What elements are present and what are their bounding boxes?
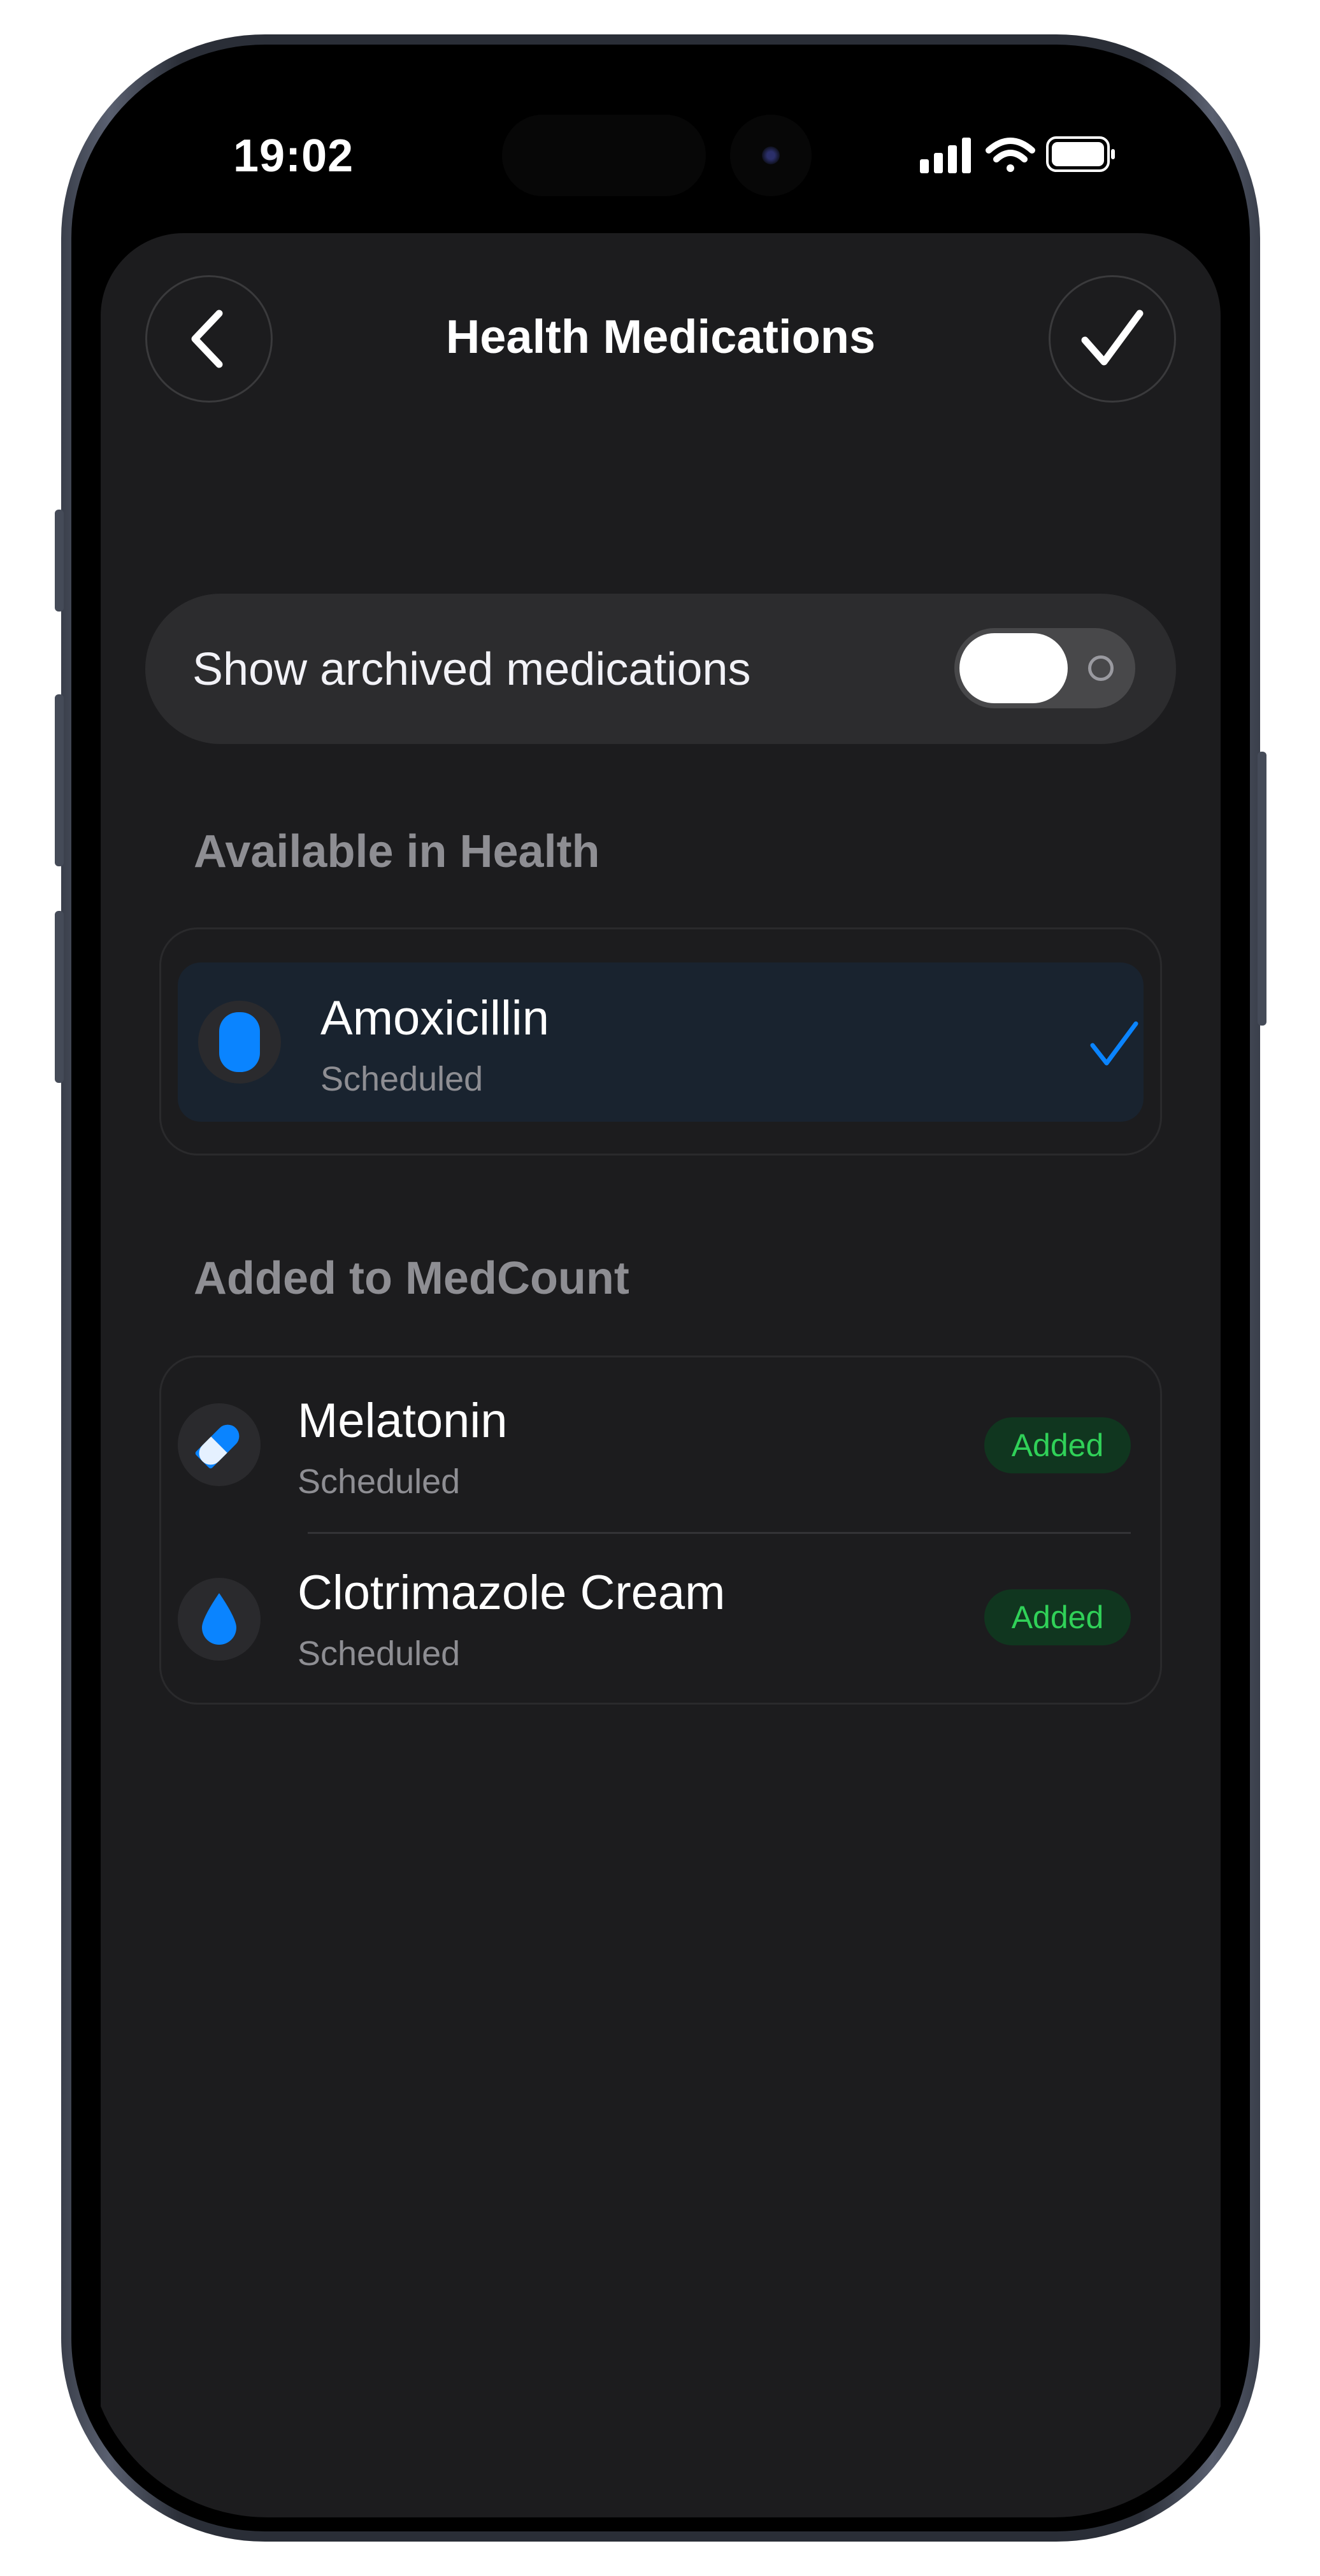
archived-toggle-row: Show archived medications (145, 594, 1176, 744)
medication-icon (178, 1403, 261, 1486)
list-item-clotrimazole-cream[interactable]: Clotrimazole Cream Scheduled Added (161, 1532, 1160, 1707)
screen: 19:02 Health Medications Show archived m… (87, 59, 1235, 2517)
available-list: Amoxicillin Scheduled (159, 927, 1162, 1156)
cellular-signal-icon (920, 138, 971, 173)
status-time: 19:02 (233, 131, 354, 182)
checkmark-icon (1081, 310, 1144, 366)
volume-up-button (55, 694, 64, 866)
medication-icon (178, 1578, 261, 1661)
capsule-icon (219, 1012, 260, 1072)
medication-name: Melatonin (298, 1394, 508, 1448)
added-badge: Added (984, 1589, 1131, 1645)
volume-down-button (55, 911, 64, 1083)
drop-icon (202, 1593, 236, 1645)
section-title-added: Added to MedCount (194, 1253, 629, 1304)
dynamic-island (502, 115, 706, 196)
medication-name: Clotrimazole Cream (298, 1566, 726, 1620)
medications-sheet: Health Medications Show archived medicat… (101, 233, 1221, 2517)
pill-icon (195, 1424, 240, 1469)
archived-toggle-label: Show archived medications (192, 644, 751, 695)
selected-checkmark-icon (1090, 1021, 1138, 1066)
archived-toggle-switch[interactable] (954, 628, 1135, 708)
status-icons (920, 134, 1162, 175)
added-badge: Added (984, 1417, 1131, 1473)
power-button (1258, 752, 1266, 1026)
medication-status: Scheduled (320, 1060, 484, 1098)
switch-knob (959, 633, 1068, 703)
battery-icon (1046, 136, 1115, 172)
list-item-amoxicillin[interactable]: Amoxicillin Scheduled (161, 929, 1160, 1157)
added-list: Melatonin Scheduled Added Clotrimazole C… (159, 1356, 1162, 1705)
wifi-icon (986, 138, 1035, 172)
front-camera (730, 115, 812, 196)
section-title-available: Available in Health (194, 826, 600, 877)
switch-off-indicator-icon (1088, 655, 1114, 681)
list-item-melatonin[interactable]: Melatonin Scheduled Added (161, 1357, 1160, 1532)
action-button (55, 510, 64, 612)
medication-name: Amoxicillin (320, 991, 549, 1045)
medication-icon (198, 1001, 281, 1084)
done-button[interactable] (1049, 275, 1176, 403)
medication-status: Scheduled (298, 1463, 461, 1501)
medication-status: Scheduled (298, 1635, 461, 1673)
